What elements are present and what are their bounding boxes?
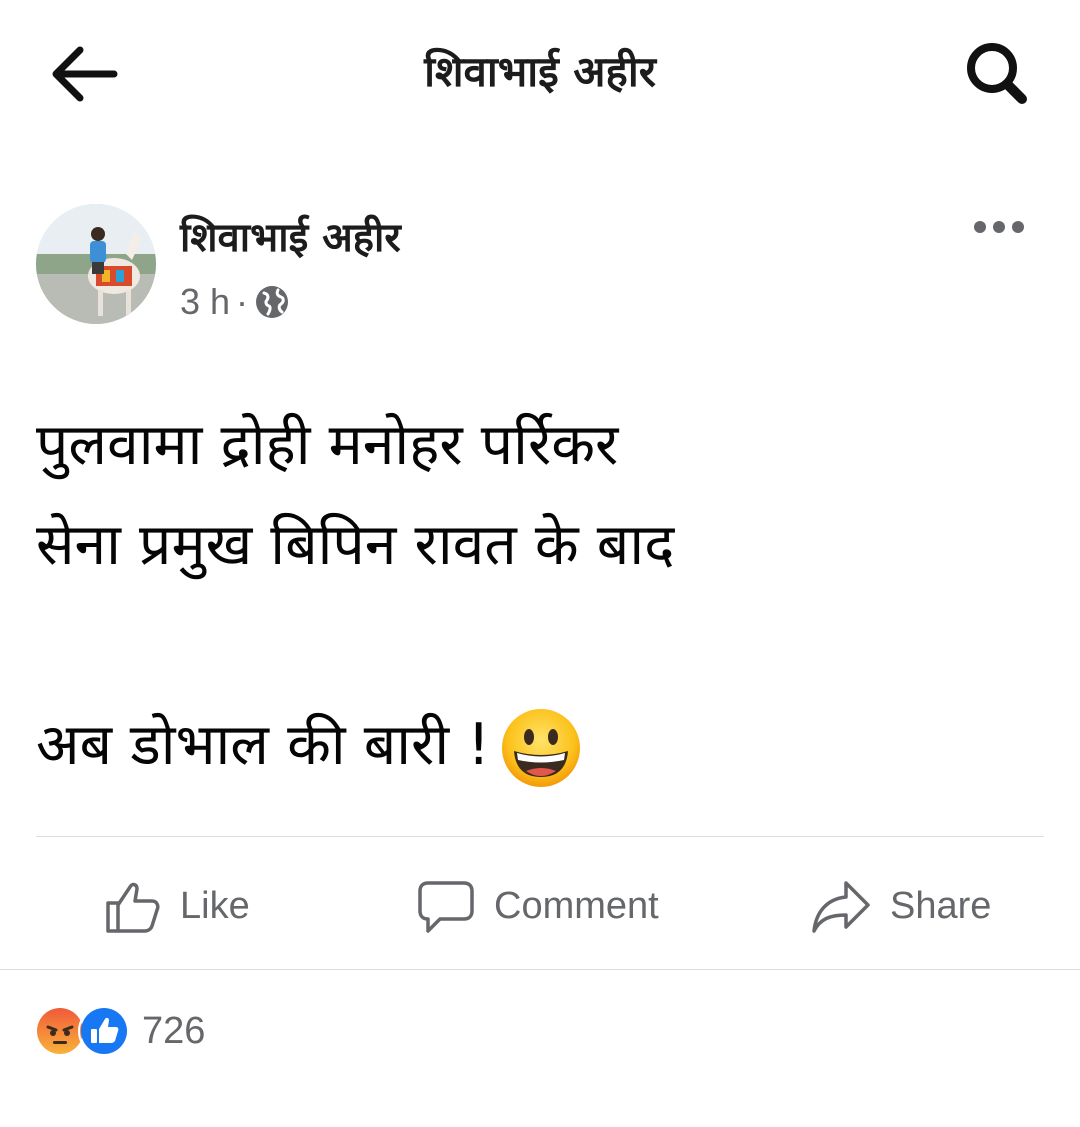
like-label: Like [180, 884, 250, 927]
share-arrow-icon [812, 881, 870, 933]
divider [0, 969, 1080, 970]
post-line-with-emoji: अब डोभाल की बारी ! [36, 695, 1046, 795]
search-button[interactable] [956, 38, 1040, 110]
more-horizontal-icon [974, 221, 1024, 233]
avatar-photo [36, 204, 156, 324]
reactions-summary[interactable]: 726 [34, 1005, 206, 1057]
search-icon [967, 43, 1027, 104]
like-reaction-icon [78, 1005, 130, 1057]
post-meta: 3 h · [180, 280, 290, 324]
reaction-count: 726 [142, 1009, 206, 1052]
grinning-face-emoji [502, 709, 581, 788]
like-button[interactable]: Like [104, 850, 250, 962]
share-button[interactable]: Share [810, 850, 991, 962]
divider [36, 836, 1044, 837]
page-title: शिवाभाई अहीर [424, 47, 656, 96]
action-bar: Like Comment Share [0, 850, 1080, 962]
post-time[interactable]: 3 h [180, 281, 230, 323]
post-body: पुलवामा द्रोही मनोहर पर्रिकर सेना प्रमुख… [36, 395, 1046, 795]
thumbs-up-icon [106, 882, 160, 933]
comment-button[interactable]: Comment [416, 850, 659, 962]
more-options-button[interactable] [966, 210, 1036, 244]
post-line: अब डोभाल की बारी ! [36, 712, 491, 778]
post-line: सेना प्रमुख बिपिन रावत के बाद [36, 512, 675, 578]
post-line: पुलवामा द्रोही मनोहर पर्रिकर [36, 412, 619, 478]
comment-icon [418, 881, 474, 933]
post-line-blank [36, 595, 1046, 695]
top-bar: शिवाभाई अहीर [0, 0, 1080, 140]
comment-label: Comment [494, 884, 659, 927]
globe-icon [256, 286, 289, 318]
avatar[interactable] [36, 204, 156, 324]
meta-separator: · [236, 281, 249, 322]
post-author[interactable]: शिवाभाई अहीर [180, 208, 401, 263]
share-label: Share [890, 884, 992, 927]
